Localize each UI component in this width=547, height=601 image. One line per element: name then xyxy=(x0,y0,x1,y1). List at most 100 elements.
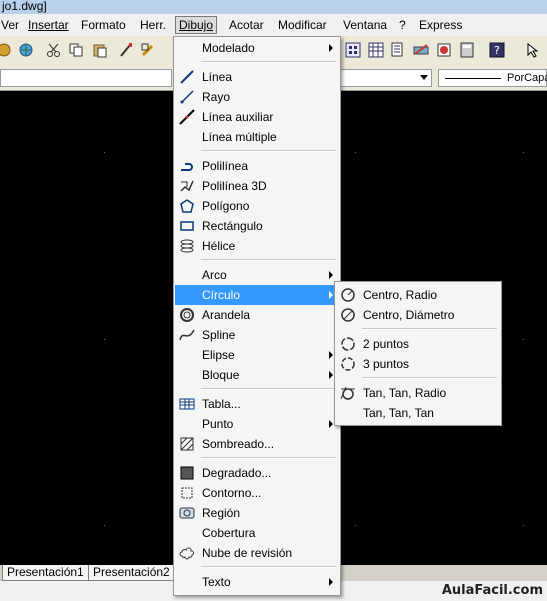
grid-dot xyxy=(523,525,524,526)
menu-item-3-puntos[interactable]: 3 puntos xyxy=(336,354,500,374)
menu-item-polilinea[interactable]: Polilínea xyxy=(175,156,339,176)
menu-acotar-label: Acotar xyxy=(229,18,264,32)
design-center-icon[interactable] xyxy=(345,42,361,58)
menu-item-polilinea-3d[interactable]: Polilínea 3D xyxy=(175,176,339,196)
menu-item-region[interactable]: Región xyxy=(175,503,339,523)
menu-item-arandela[interactable]: Arandela xyxy=(175,305,339,325)
menu-item-rectangulo[interactable]: Rectángulo xyxy=(175,216,339,236)
sheet-set-icon[interactable] xyxy=(390,42,406,58)
menu-item-tan-tan-tan[interactable]: Tan, Tan, Tan xyxy=(336,403,500,423)
menu-ver[interactable]: Ver xyxy=(0,17,22,33)
layer-field[interactable] xyxy=(0,69,172,87)
menu-item-linea[interactable]: Línea xyxy=(175,67,339,87)
menu-express-label: Express xyxy=(419,18,463,32)
menu-herr[interactable]: Herr. xyxy=(137,17,169,33)
linetype-combo[interactable]: PorCapa xyxy=(438,69,547,87)
dbconnect-icon[interactable] xyxy=(436,42,452,58)
menu-item-label: Polígono xyxy=(202,199,250,213)
menu-item-arco[interactable]: Arco xyxy=(175,265,339,285)
block-editor-icon[interactable] xyxy=(140,42,156,58)
circle-3-points-icon xyxy=(341,357,355,371)
tab-presentacion2[interactable]: Presentación2 xyxy=(88,565,175,581)
donut-icon xyxy=(180,308,194,322)
menu-item-label: Sombreado... xyxy=(202,437,275,451)
menu-item-circulo[interactable]: Círculo xyxy=(175,285,339,305)
menu-separator xyxy=(201,457,336,459)
menu-item-punto[interactable]: Punto xyxy=(175,414,339,434)
menu-dibujo[interactable]: Dibujo xyxy=(175,16,218,34)
menu-item-tabla[interactable]: Tabla... xyxy=(175,394,339,414)
tab-presentacion1[interactable]: Presentación1 xyxy=(2,565,89,581)
copy-icon[interactable] xyxy=(68,42,84,58)
menu-item-label: Spline xyxy=(202,328,236,342)
menu-item-label: Tan, Tan, Tan xyxy=(363,406,434,420)
submenu-arrow-icon xyxy=(329,351,333,359)
menu-modificar[interactable]: Modificar xyxy=(275,17,330,33)
hatch-icon xyxy=(180,437,194,451)
pointer-help-icon[interactable] xyxy=(526,42,542,58)
menu-item-spline[interactable]: Spline xyxy=(175,325,339,345)
menu-item-2-puntos[interactable]: 2 puntos xyxy=(336,334,500,354)
color-combo[interactable] xyxy=(340,69,432,87)
menu-separator xyxy=(201,259,336,261)
paste-icon[interactable] xyxy=(92,42,108,58)
menu-item-label: Polilínea 3D xyxy=(202,179,267,193)
menu-item-rayo[interactable]: Rayo xyxy=(175,87,339,107)
plot-icon[interactable] xyxy=(0,42,12,58)
menu-separator xyxy=(201,566,336,568)
menu-item-degradado[interactable]: Degradado... xyxy=(175,463,339,483)
polyline-icon xyxy=(181,163,193,171)
circle-center-diameter-icon xyxy=(341,308,355,322)
circle-2-points-icon xyxy=(341,337,355,351)
menu-item-label: 2 puntos xyxy=(363,337,410,351)
menu-insertar[interactable]: Insertar xyxy=(25,17,72,33)
grid-dot xyxy=(355,525,356,526)
menu-item-linea-auxiliar[interactable]: Línea auxiliar xyxy=(175,107,339,127)
menu-item-label: Tabla... xyxy=(202,397,241,411)
menu-item-centro-radio[interactable]: Centro, Radio xyxy=(336,285,500,305)
menu-item-centro-diametro[interactable]: Centro, Diámetro xyxy=(336,305,500,325)
grid-dot xyxy=(523,152,524,153)
menu-separator xyxy=(201,388,336,390)
help-icon[interactable]: ? xyxy=(489,42,505,58)
match-properties-icon[interactable] xyxy=(118,42,134,58)
menu-item-poligono[interactable]: Polígono xyxy=(175,196,339,216)
grid-dot xyxy=(104,525,105,526)
menu-item-contorno[interactable]: Contorno... xyxy=(175,483,339,503)
menu-ventana[interactable]: Ventana xyxy=(340,17,390,33)
menu-help-label: ? xyxy=(399,18,406,32)
cut-icon[interactable] xyxy=(46,42,62,58)
boundary-icon xyxy=(181,487,193,499)
menu-express[interactable]: Express xyxy=(416,17,465,33)
menu-item-label: 3 puntos xyxy=(363,357,410,371)
menu-formato[interactable]: Formato xyxy=(78,17,129,33)
publish-icon[interactable] xyxy=(18,42,34,58)
menu-item-label: Centro, Radio xyxy=(363,288,438,302)
menu-item-texto[interactable]: Texto xyxy=(175,572,339,592)
quickcalc-icon[interactable] xyxy=(459,42,475,58)
circulo-submenu: Centro, Radio Centro, Diámetro 2 puntos … xyxy=(334,281,502,426)
line-icon xyxy=(180,70,194,84)
menu-item-bloque[interactable]: Bloque xyxy=(175,365,339,385)
menu-help[interactable]: ? xyxy=(396,17,409,33)
menu-item-sombreado[interactable]: Sombreado... xyxy=(175,434,339,454)
menu-item-nube-revision[interactable]: Nube de revisión xyxy=(175,543,339,563)
menu-item-label: Nube de revisión xyxy=(202,546,293,560)
menu-acotar[interactable]: Acotar xyxy=(226,17,267,33)
rectangle-icon xyxy=(180,221,194,231)
menu-item-label: Círculo xyxy=(202,288,241,302)
menu-dibujo-label: Dibujo xyxy=(179,18,214,32)
menu-item-tan-tan-radio[interactable]: Tan, Tan, Radio xyxy=(336,383,500,403)
menu-item-modelado[interactable]: Modelado xyxy=(175,38,339,58)
menu-item-linea-multiple[interactable]: Línea múltiple xyxy=(175,127,339,147)
markup-set-icon[interactable] xyxy=(413,42,429,58)
submenu-arrow-icon xyxy=(329,291,333,299)
menu-ventana-label: Ventana xyxy=(343,18,388,32)
tool-palettes-icon[interactable] xyxy=(368,42,384,58)
menu-item-elipse[interactable]: Elipse xyxy=(175,345,339,365)
menu-item-label: Línea múltiple xyxy=(202,130,277,144)
tab-presentacion2-label: Presentación2 xyxy=(93,565,170,579)
menu-item-cobertura[interactable]: Cobertura xyxy=(175,523,339,543)
menu-separator xyxy=(201,61,336,63)
menu-item-helice[interactable]: Hélice xyxy=(175,236,339,256)
